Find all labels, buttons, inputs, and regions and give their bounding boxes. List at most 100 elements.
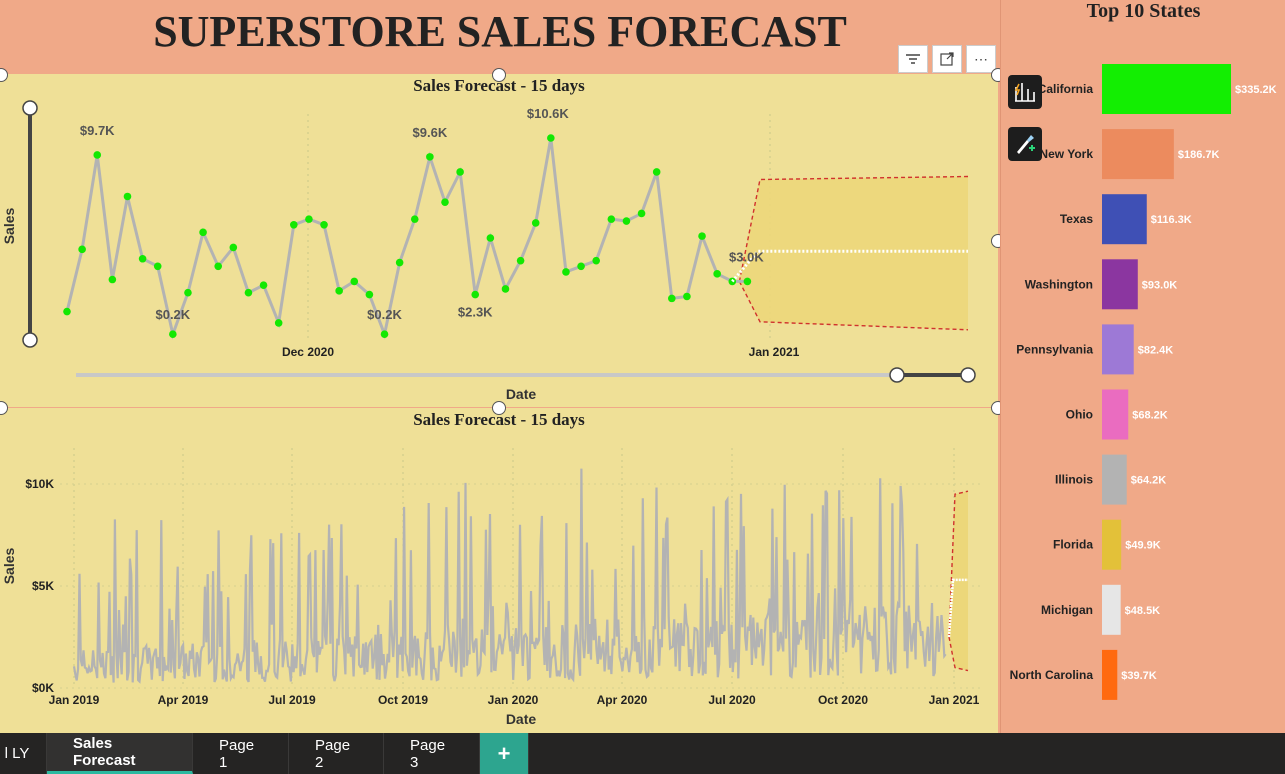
forecast-chart-full[interactable]: Sales Forecast - 15 days $0K $5K $10K Jan 2… [0, 408, 998, 733]
data-point [426, 153, 434, 161]
data-point [410, 215, 419, 223]
x-tick-label: Dec 2020 [282, 345, 334, 359]
data-point [350, 277, 359, 286]
x-tick-label: Oct 2019 [378, 693, 428, 707]
data-point [486, 234, 495, 242]
data-point [501, 285, 510, 293]
data-point [652, 168, 661, 176]
category-label: Illinois [1055, 473, 1093, 487]
data-point [743, 277, 752, 286]
forecast-band [739, 176, 968, 330]
bar [1102, 389, 1129, 440]
data-point [607, 215, 616, 223]
data-point [123, 192, 132, 201]
x-tick-label: Apr 2019 [158, 693, 209, 707]
data-point [93, 151, 102, 159]
x-tick-label: Jul 2020 [708, 693, 756, 707]
x-tick-label: Apr 2020 [597, 693, 648, 707]
x-zoom-slider-handle [889, 367, 905, 383]
data-point [305, 215, 313, 223]
category-label: Ohio [1066, 408, 1093, 422]
bar [1102, 259, 1138, 310]
y-zoom-slider-handle [22, 332, 38, 348]
data-point [562, 268, 570, 276]
data-point [637, 209, 646, 218]
data-label: $116.3K [1151, 214, 1192, 226]
data-label: $48.5K [1125, 605, 1161, 617]
data-label: $0.2K [367, 307, 402, 322]
data-point [63, 307, 71, 316]
top-states-panel[interactable]: Top 10 States California $335.2K New York $… [1000, 0, 1285, 733]
data-label: $82.4K [1138, 344, 1174, 356]
x-tick-label: Jul 2019 [268, 693, 316, 707]
x-tick-label: Jan 2021 [929, 693, 980, 707]
data-label: $3.0K [729, 249, 764, 264]
data-label: $10.6K [527, 106, 570, 121]
data-point [622, 217, 631, 225]
data-point [441, 198, 449, 206]
filter-icon[interactable] [898, 45, 928, 73]
category-label: California [1038, 82, 1094, 96]
page-tabs: l LY Sales Forecast Page 1 Page 2 Page 3… [0, 733, 1285, 774]
resize-handle[interactable] [492, 401, 506, 415]
y-zoom-slider-handle [22, 100, 38, 116]
tab-page-2[interactable]: Page 2 [289, 733, 384, 774]
data-point [169, 330, 177, 339]
data-point [199, 228, 207, 237]
bar [1102, 324, 1134, 375]
bar [1102, 194, 1147, 245]
data-label: $49.9K [1125, 540, 1161, 552]
y-axis-label: Sales [1, 547, 17, 584]
focus-mode-icon[interactable] [932, 45, 962, 73]
tab-sales-forecast[interactable]: Sales Forecast [47, 733, 193, 774]
bar [1102, 649, 1118, 700]
data-point [335, 287, 343, 295]
tab-page-1[interactable]: Page 1 [193, 733, 289, 774]
data-point [471, 290, 480, 299]
chart-canvas: $0K$5K$10KJan 2019 Apr 2019 Jul 2019 Oct 20… [1, 448, 980, 727]
format-brush-icon[interactable] [1008, 127, 1042, 161]
data-point [668, 294, 676, 303]
data-label: $64.2K [1131, 475, 1167, 487]
bar [1102, 584, 1121, 635]
data-point [153, 262, 162, 271]
data-point [108, 275, 117, 284]
bar [1102, 64, 1231, 114]
bar-chart-canvas: California $335.2K New York $186.7K Texas $11… [1010, 64, 1277, 700]
category-label: Michigan [1041, 603, 1093, 617]
tab-ly[interactable]: l LY [0, 733, 47, 774]
data-point [395, 258, 404, 267]
data-point [380, 330, 389, 339]
data-point [320, 220, 328, 229]
data-label: $9.6K [413, 125, 448, 140]
chart-analytics-icon[interactable] [1008, 75, 1042, 109]
data-point [244, 288, 253, 297]
data-point [547, 134, 555, 142]
forecast-chart-zoomed[interactable]: Sales Forecast - 15 days $9.7K $0.2K $9.6K… [0, 74, 998, 407]
tab-page-3[interactable]: Page 3 [384, 733, 480, 774]
data-point [531, 219, 540, 227]
data-point [698, 232, 706, 240]
data-point [365, 290, 374, 299]
x-axis-label: Date [506, 386, 537, 402]
x-axis-label: Date [506, 711, 537, 727]
chart-canvas: $9.7K $0.2K $9.6K $0.2K $2.3K $10.6K $3.0K Dec … [1, 100, 976, 402]
category-label: Texas [1060, 212, 1093, 226]
x-tick-label: Oct 2020 [818, 693, 868, 707]
resize-handle[interactable] [492, 68, 506, 82]
data-label: $9.7K [80, 123, 115, 138]
data-point [229, 243, 238, 252]
data-label: $335.2K [1235, 84, 1277, 96]
add-page-button[interactable]: + [480, 733, 529, 774]
data-label: $93.0K [1142, 279, 1178, 291]
x-tick-label: Jan 2019 [49, 693, 100, 707]
y-tick-label: $5K [32, 579, 54, 593]
category-label: Washington [1025, 277, 1093, 291]
data-point [259, 281, 268, 289]
more-options-icon[interactable]: ⋯ [966, 45, 996, 73]
data-point [456, 168, 464, 176]
data-point [184, 288, 192, 297]
data-label: $68.2K [1132, 410, 1168, 422]
bar [1102, 454, 1127, 505]
data-point [274, 319, 283, 327]
